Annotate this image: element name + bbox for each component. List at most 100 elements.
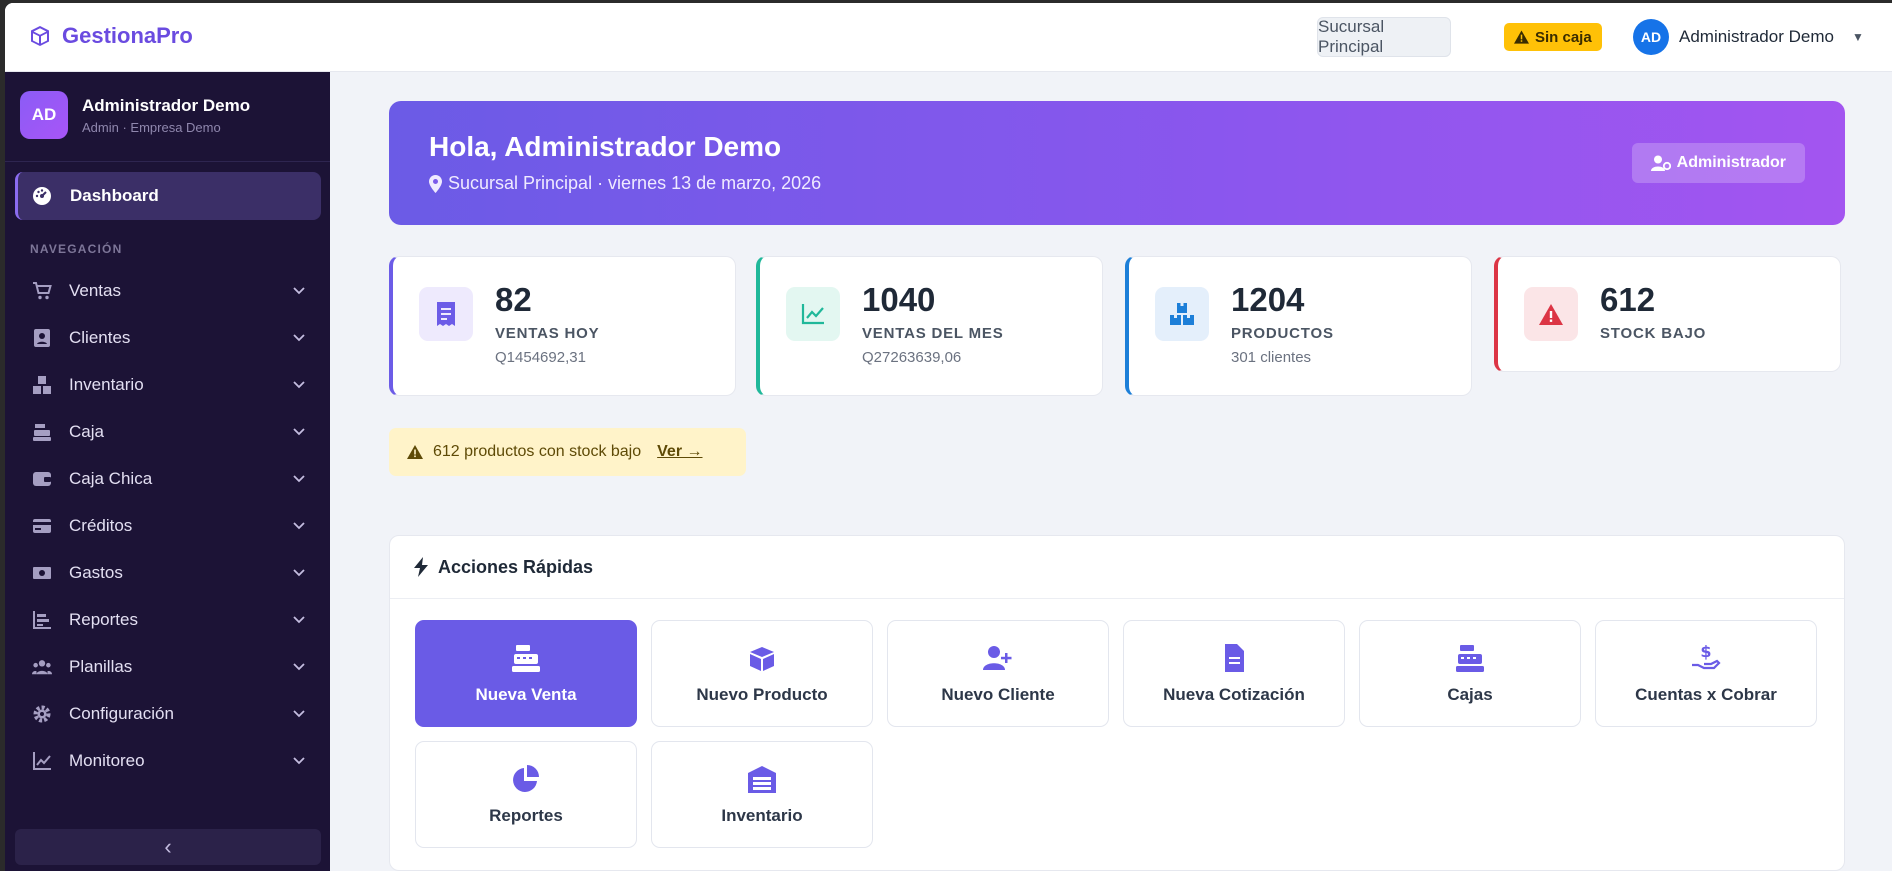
new-product-button[interactable]: Nuevo Producto (651, 620, 873, 727)
quick-action-label: Reportes (489, 805, 563, 825)
file-icon (1225, 643, 1244, 672)
warning-icon (1524, 287, 1578, 341)
stat-value: 1040 (862, 281, 936, 318)
receipt-icon (419, 287, 473, 341)
page-title: Hola, Administrador Demo (429, 131, 782, 162)
sidebar-item-monitoreo[interactable]: Monitoreo (5, 737, 330, 784)
stat-subtext: Q27263639,06 (862, 349, 962, 366)
quick-action-label: Nueva Cotización (1163, 684, 1305, 704)
chevron-down-icon (293, 709, 305, 717)
sidebar-collapse-button[interactable]: ‹ (15, 829, 321, 865)
stat-card-sales-today[interactable]: 82 VENTAS HOY Q1454692,31 (389, 256, 736, 396)
brand-name: GestionaPro (62, 23, 193, 48)
stat-card-products[interactable]: 1204 PRODUCTOS 301 clientes (1125, 256, 1472, 396)
chevron-down-icon (293, 333, 305, 341)
role-badge[interactable]: Administrador (1631, 143, 1805, 183)
new-client-button[interactable]: Nuevo Cliente (887, 620, 1109, 727)
warning-icon (407, 445, 423, 459)
cash-register-icon (32, 422, 52, 442)
contact-card-icon (32, 328, 52, 348)
stat-label: VENTAS DEL MES (862, 325, 1004, 342)
stat-value: 612 (1600, 281, 1656, 318)
accounts-receivable-button[interactable]: $ Cuentas x Cobrar (1595, 620, 1817, 727)
sidebar-item-caja-chica[interactable]: Caja Chica (5, 455, 330, 502)
gauge-icon (33, 187, 51, 205)
sidebar-item-label: Caja (69, 421, 104, 441)
sidebar-item-label: Clientes (69, 327, 131, 347)
bolt-icon (414, 557, 428, 577)
chevron-down-icon (293, 662, 305, 670)
users-icon (32, 657, 52, 677)
stat-value: 1204 (1231, 281, 1305, 318)
svg-text:$: $ (1700, 643, 1711, 661)
sidebar-user: AD Administrador Demo Admin · Empresa De… (20, 91, 250, 139)
brand-logo[interactable]: GestionaPro (28, 23, 193, 49)
credit-card-icon (32, 516, 52, 536)
stat-card-low-stock[interactable]: 612 STOCK BAJO (1494, 256, 1841, 372)
sidebar-item-label: Monitoreo (69, 750, 145, 770)
user-menu[interactable]: AD Administrador Demo ▼ (1633, 19, 1864, 55)
stat-label: PRODUCTOS (1231, 325, 1334, 342)
chevron-left-icon: ‹ (164, 834, 172, 859)
sidebar-item-label: Reportes (69, 609, 138, 629)
sidebar-item-gastos[interactable]: Gastos (5, 549, 330, 596)
welcome-subtitle: Sucursal Principal · viernes 13 de marzo… (429, 173, 821, 194)
sidebar-user-name: Administrador Demo (82, 95, 251, 115)
chevron-down-icon (293, 427, 305, 435)
cash-registers-button[interactable]: Cajas (1359, 620, 1581, 727)
sidebar-item-label: Gastos (69, 562, 123, 582)
sidebar-item-clientes[interactable]: Clientes (5, 314, 330, 361)
sidebar-item-dashboard[interactable]: Dashboard (15, 172, 321, 220)
sidebar-item-label: Planillas (69, 656, 133, 676)
stat-label: STOCK BAJO (1600, 325, 1707, 342)
money-bill-icon (32, 563, 52, 583)
quick-action-label: Cajas (1447, 684, 1493, 704)
chevron-down-icon (293, 380, 305, 388)
app-window: GestionaPro Sucursal Principal Sin caja … (5, 3, 1892, 871)
avatar: AD (1633, 19, 1669, 55)
inventory-button[interactable]: Inventario (651, 741, 873, 848)
boxes-icon (32, 375, 52, 395)
sidebar-section-title: NAVEGACIÓN (30, 242, 123, 256)
stat-subtext: Q1454692,31 (495, 349, 586, 366)
boxes-icon (1155, 287, 1209, 341)
stat-card-sales-month[interactable]: 1040 VENTAS DEL MES Q27263639,06 (756, 256, 1103, 396)
chevron-down-icon (293, 756, 305, 764)
open-box-icon (750, 646, 774, 671)
quick-action-label: Nuevo Producto (696, 684, 828, 704)
user-gear-icon (1650, 155, 1671, 171)
quick-actions-panel: Acciones Rápidas Nueva Venta Nuevo Produ… (389, 535, 1845, 871)
user-plus-icon (983, 645, 1012, 670)
quick-action-label: Cuentas x Cobrar (1635, 684, 1777, 704)
divider (5, 161, 330, 162)
quick-action-label: Nueva Venta (475, 684, 577, 704)
reports-button[interactable]: Reportes (415, 741, 637, 848)
cash-status-badge[interactable]: Sin caja (1504, 23, 1602, 51)
line-chart-icon (32, 751, 52, 771)
sidebar-item-reportes[interactable]: Reportes (5, 596, 330, 643)
new-sale-button[interactable]: Nueva Venta (415, 620, 637, 727)
chevron-down-icon (293, 568, 305, 576)
sidebar-item-planillas[interactable]: Planillas (5, 643, 330, 690)
avatar: AD (20, 91, 68, 139)
chevron-down-icon (293, 286, 305, 294)
sidebar-item-ventas[interactable]: Ventas (5, 267, 330, 314)
new-quote-button[interactable]: Nueva Cotización (1123, 620, 1345, 727)
sidebar-item-creditos[interactable]: Créditos (5, 502, 330, 549)
sidebar-item-inventario[interactable]: Inventario (5, 361, 330, 408)
sidebar-item-configuracion[interactable]: Configuración (5, 690, 330, 737)
sidebar-item-caja[interactable]: Caja (5, 408, 330, 455)
hand-dollar-icon: $ (1692, 643, 1721, 669)
user-name: Administrador Demo (1679, 27, 1834, 46)
view-low-stock-link[interactable]: Ver → (657, 443, 702, 461)
line-chart-icon (786, 287, 840, 341)
stat-label: VENTAS HOY (495, 325, 600, 342)
branch-selector[interactable]: Sucursal Principal (1317, 17, 1451, 57)
cart-icon (32, 281, 52, 301)
warehouse-icon (748, 765, 776, 793)
cash-status-label: Sin caja (1535, 28, 1592, 46)
cash-register-icon (512, 644, 540, 672)
chevron-down-icon (293, 521, 305, 529)
quick-action-label: Inventario (721, 805, 803, 825)
map-pin-icon (429, 174, 442, 193)
